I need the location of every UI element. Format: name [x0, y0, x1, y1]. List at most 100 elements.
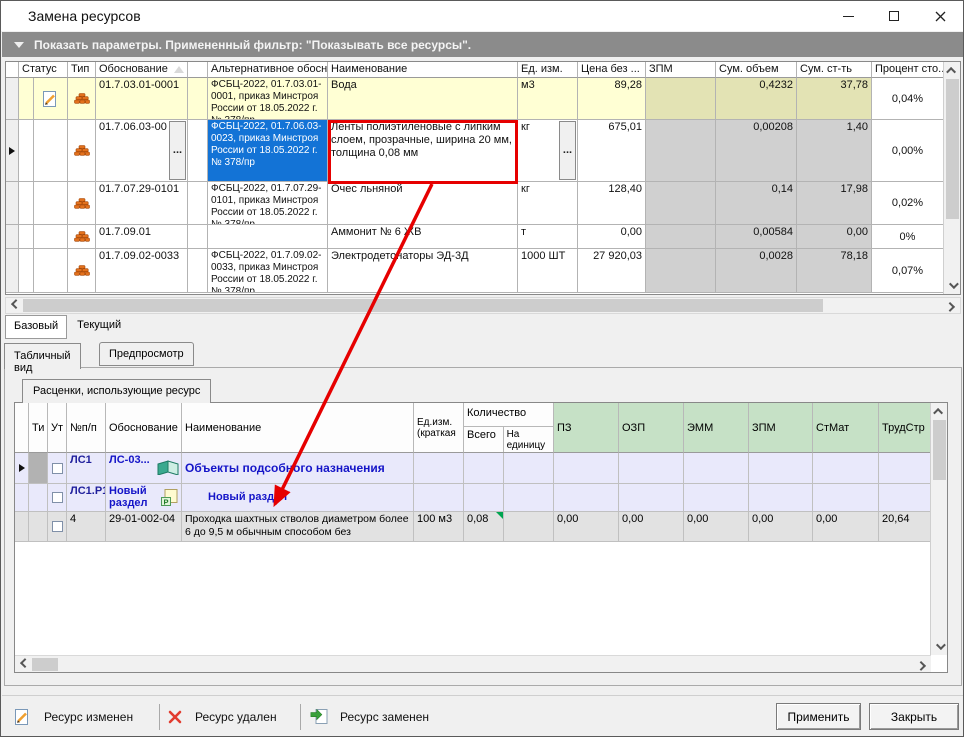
price-level-tabs: Базовый Текущий: [5, 315, 131, 339]
row-gutter: [15, 484, 29, 512]
scroll-left-button[interactable]: [6, 297, 23, 314]
col-header-percent[interactable]: Процент сто...: [872, 62, 943, 78]
cell-percent: 0,07%: [872, 249, 943, 293]
row-checkbox[interactable]: [51, 462, 63, 474]
rates-hscrollbar[interactable]: [15, 655, 931, 672]
col-header-total-volume[interactable]: Сум. объем: [716, 62, 797, 78]
resources-hscrollbar[interactable]: [5, 297, 961, 314]
col-header-stmat[interactable]: СтМат: [813, 403, 879, 453]
resources-table-header: Статус Тип Обоснование Альтернативное об…: [6, 62, 943, 78]
cell-alt: ФСБЦ-2022, 01.7.09.02-0033, приказ Минст…: [208, 249, 328, 293]
col-header-ut[interactable]: Ут: [48, 403, 67, 453]
row-marker-icon: [9, 146, 15, 155]
scroll-thumb[interactable]: [933, 420, 946, 480]
scroll-thumb[interactable]: [32, 657, 58, 671]
tab-preview[interactable]: Предпросмотр: [99, 342, 194, 366]
scroll-thumb[interactable]: [23, 299, 823, 312]
rates-row-position[interactable]: 4 29-01-002-04 Проходка шахтных стволов …: [15, 512, 931, 542]
col-header-npp[interactable]: №п/п: [67, 403, 106, 453]
note-marker-icon: [496, 512, 503, 519]
close-window-button[interactable]: Закрыть: [869, 703, 959, 730]
col-header-trudstr[interactable]: ТрудСтр: [879, 403, 931, 453]
chevron-left-icon: [19, 657, 30, 668]
minimize-button[interactable]: [825, 1, 871, 31]
scroll-up-button[interactable]: [944, 62, 960, 79]
tab-current[interactable]: Текущий: [67, 315, 131, 339]
cell-percent: 0,00%: [872, 120, 943, 182]
cell-ozp: 0,00: [619, 512, 684, 542]
cell-unit: 1000 ШТ: [518, 249, 578, 293]
table-row[interactable]: 01.7.09.01 Аммонит № 6 ЖВ т 0,00 0,00584…: [6, 225, 943, 249]
col-header-pz[interactable]: ПЗ: [554, 403, 619, 453]
col-header-alt-justification[interactable]: Альтернативное обоснование: [208, 62, 328, 78]
cell-price: 27 920,03: [578, 249, 646, 293]
cell-unit[interactable]: кг...: [518, 120, 578, 182]
col-header-justification[interactable]: Обоснование: [106, 403, 182, 453]
chevron-right-icon: [916, 660, 927, 671]
unit-lookup-button[interactable]: ...: [559, 121, 576, 180]
table-row-selected[interactable]: 01.7.06.03-00... ФСБЦ-2022, 01.7.06.03-0…: [6, 120, 943, 182]
cell-volume: 0,4232: [716, 78, 797, 120]
row-gutter: [15, 512, 29, 542]
row-checkbox[interactable]: [51, 521, 63, 532]
scroll-down-button[interactable]: [931, 638, 947, 655]
col-header-status[interactable]: Статус: [19, 62, 68, 78]
scroll-right-button[interactable]: [943, 297, 960, 314]
window-title: Замена ресурсов: [28, 8, 141, 24]
scroll-up-button[interactable]: [931, 403, 947, 420]
col-header-name[interactable]: Наименование: [328, 62, 518, 78]
rates-row-section[interactable]: ЛС1.Р1 Новый раздел P Новый раздел: [15, 484, 931, 512]
cell-volume: 0,00584: [716, 225, 797, 249]
scroll-down-button[interactable]: [944, 277, 960, 294]
cell-justification[interactable]: Новый раздел P: [106, 484, 182, 512]
code-lookup-button[interactable]: ...: [169, 121, 186, 180]
filter-bar[interactable]: Показать параметры. Примененный фильтр: …: [2, 32, 963, 57]
cell-name: Электродетонаторы ЭД-3Д: [328, 249, 518, 293]
apply-button[interactable]: Применить: [776, 703, 861, 730]
rates-row-estimate[interactable]: ЛС1 ЛС-03... Объекты подсобного назначен…: [15, 453, 931, 484]
resource-deleted-icon: [168, 710, 182, 724]
cell-pz: 0,00: [554, 512, 619, 542]
cell-zpm: [646, 182, 716, 225]
tab-rates-using-resource[interactable]: Расценки, использующие ресурс: [22, 379, 212, 403]
cell-justification[interactable]: ЛС-03...: [106, 453, 182, 484]
col-header-zpm[interactable]: ЗПМ: [749, 403, 813, 453]
col-header-name[interactable]: Наименование: [182, 403, 414, 453]
col-header-ozp[interactable]: ОЗП: [619, 403, 684, 453]
col-header-zpm[interactable]: ЗПМ: [646, 62, 716, 78]
cell-unit: 100 м3: [414, 512, 464, 542]
maximize-button[interactable]: [871, 1, 917, 31]
table-row[interactable]: 01.7.09.02-0033 ФСБЦ-2022, 01.7.09.02-00…: [6, 249, 943, 293]
scroll-thumb[interactable]: [946, 79, 959, 219]
col-header-unit[interactable]: Ед.изм. (краткая: [414, 403, 464, 453]
tab-table-view[interactable]: Табличный вид: [4, 343, 81, 374]
resources-vscrollbar[interactable]: [943, 62, 960, 294]
material-bricks-icon: [73, 231, 90, 242]
col-header-type[interactable]: Тип: [68, 62, 96, 78]
row-checkbox[interactable]: [51, 492, 63, 503]
col-header-emm[interactable]: ЭММ: [684, 403, 749, 453]
close-button[interactable]: [917, 1, 963, 31]
cell-total[interactable]: 0,08: [464, 512, 504, 542]
col-header-total[interactable]: Всего: [464, 427, 504, 452]
row-gutter: [6, 249, 19, 293]
table-row[interactable]: 01.7.07.29-0101 ФСБЦ-2022, 01.7.07.29-01…: [6, 182, 943, 225]
col-header-justification[interactable]: Обоснование: [96, 62, 188, 78]
cell-alt-selected[interactable]: ФСБЦ-2022, 01.7.06.03-0023, приказ Минст…: [208, 120, 328, 182]
cell-alt: ФСБЦ-2022, 01.7.07.29-0101, приказ Минст…: [208, 182, 328, 225]
table-row[interactable]: 01.7.03.01-0001 ФСБЦ-2022, 01.7.03.01-00…: [6, 78, 943, 120]
scroll-left-button[interactable]: [15, 656, 32, 673]
cell-code[interactable]: 01.7.06.03-00...: [96, 120, 188, 182]
scroll-right-button[interactable]: [914, 656, 931, 673]
cell-volume: 0,00208: [716, 120, 797, 182]
col-header-per-unit[interactable]: На единицу: [504, 427, 553, 452]
tab-base[interactable]: Базовый: [5, 315, 68, 339]
col-header-price[interactable]: Цена без ...: [578, 62, 646, 78]
resource-replace-window: Замена ресурсов Показать параметры. Прим…: [0, 0, 964, 737]
col-header-unit[interactable]: Ед. изм.: [518, 62, 578, 78]
collapse-arrow-icon: [14, 41, 24, 48]
rates-vscrollbar[interactable]: [930, 403, 947, 655]
col-header-quantity[interactable]: Количество: [464, 403, 553, 427]
col-header-ti[interactable]: Ти: [29, 403, 48, 453]
col-header-total-cost[interactable]: Сум. ст-ть: [797, 62, 872, 78]
